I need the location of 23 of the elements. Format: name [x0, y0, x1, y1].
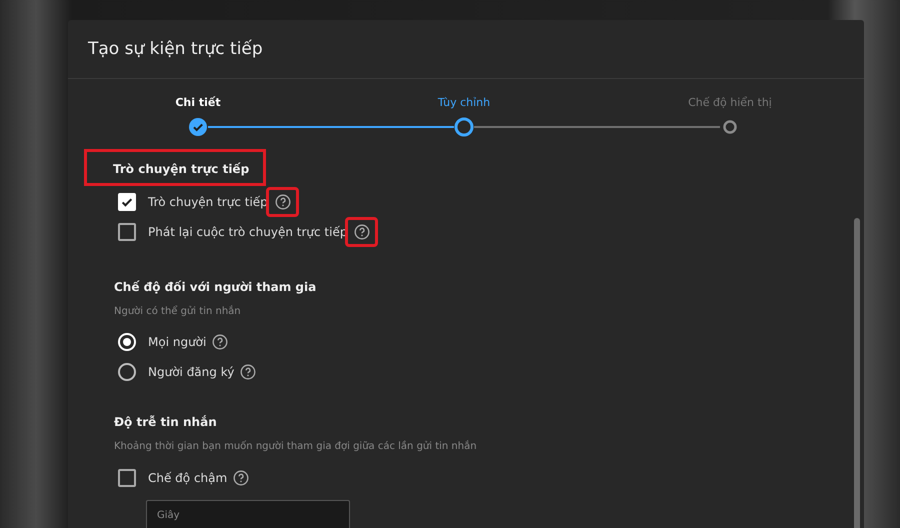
section-title: Chế độ đối với người tham gia — [114, 280, 316, 294]
checkbox[interactable] — [118, 469, 136, 487]
checkbox[interactable] — [118, 223, 136, 241]
scrollbar[interactable] — [854, 218, 860, 528]
step-label[interactable]: Chi tiết — [175, 96, 221, 109]
seconds-input-field[interactable]: Giây — [146, 500, 350, 528]
help-icon[interactable] — [233, 470, 250, 486]
option-label: Người đăng ký — [148, 365, 234, 379]
dialog-title: Tạo sự kiện trực tiếp — [88, 39, 263, 59]
step-label[interactable]: Chế độ hiển thị — [688, 96, 772, 109]
radio-button[interactable] — [118, 363, 136, 381]
option-label: Mọi người — [148, 335, 206, 349]
option-label: Chế độ chậm — [148, 471, 228, 485]
help-icon[interactable] — [274, 194, 291, 210]
help-icon[interactable] — [240, 364, 256, 380]
section-subtitle: Khoảng thời gian bạn muốn người tham gia đợi giữa các lần gửi tin nhắn — [114, 441, 477, 452]
section-title: Trò chuyện trực tiếp — [113, 162, 250, 176]
step-label[interactable]: Tùy chỉnh — [438, 96, 490, 109]
section-subtitle: Người có thể gửi tin nhắn — [114, 306, 241, 317]
step-circle-icon — [723, 120, 737, 134]
section-title: Độ trễ tin nhắn — [114, 415, 217, 429]
help-icon[interactable] — [354, 224, 370, 240]
help-icon[interactable] — [212, 334, 228, 350]
